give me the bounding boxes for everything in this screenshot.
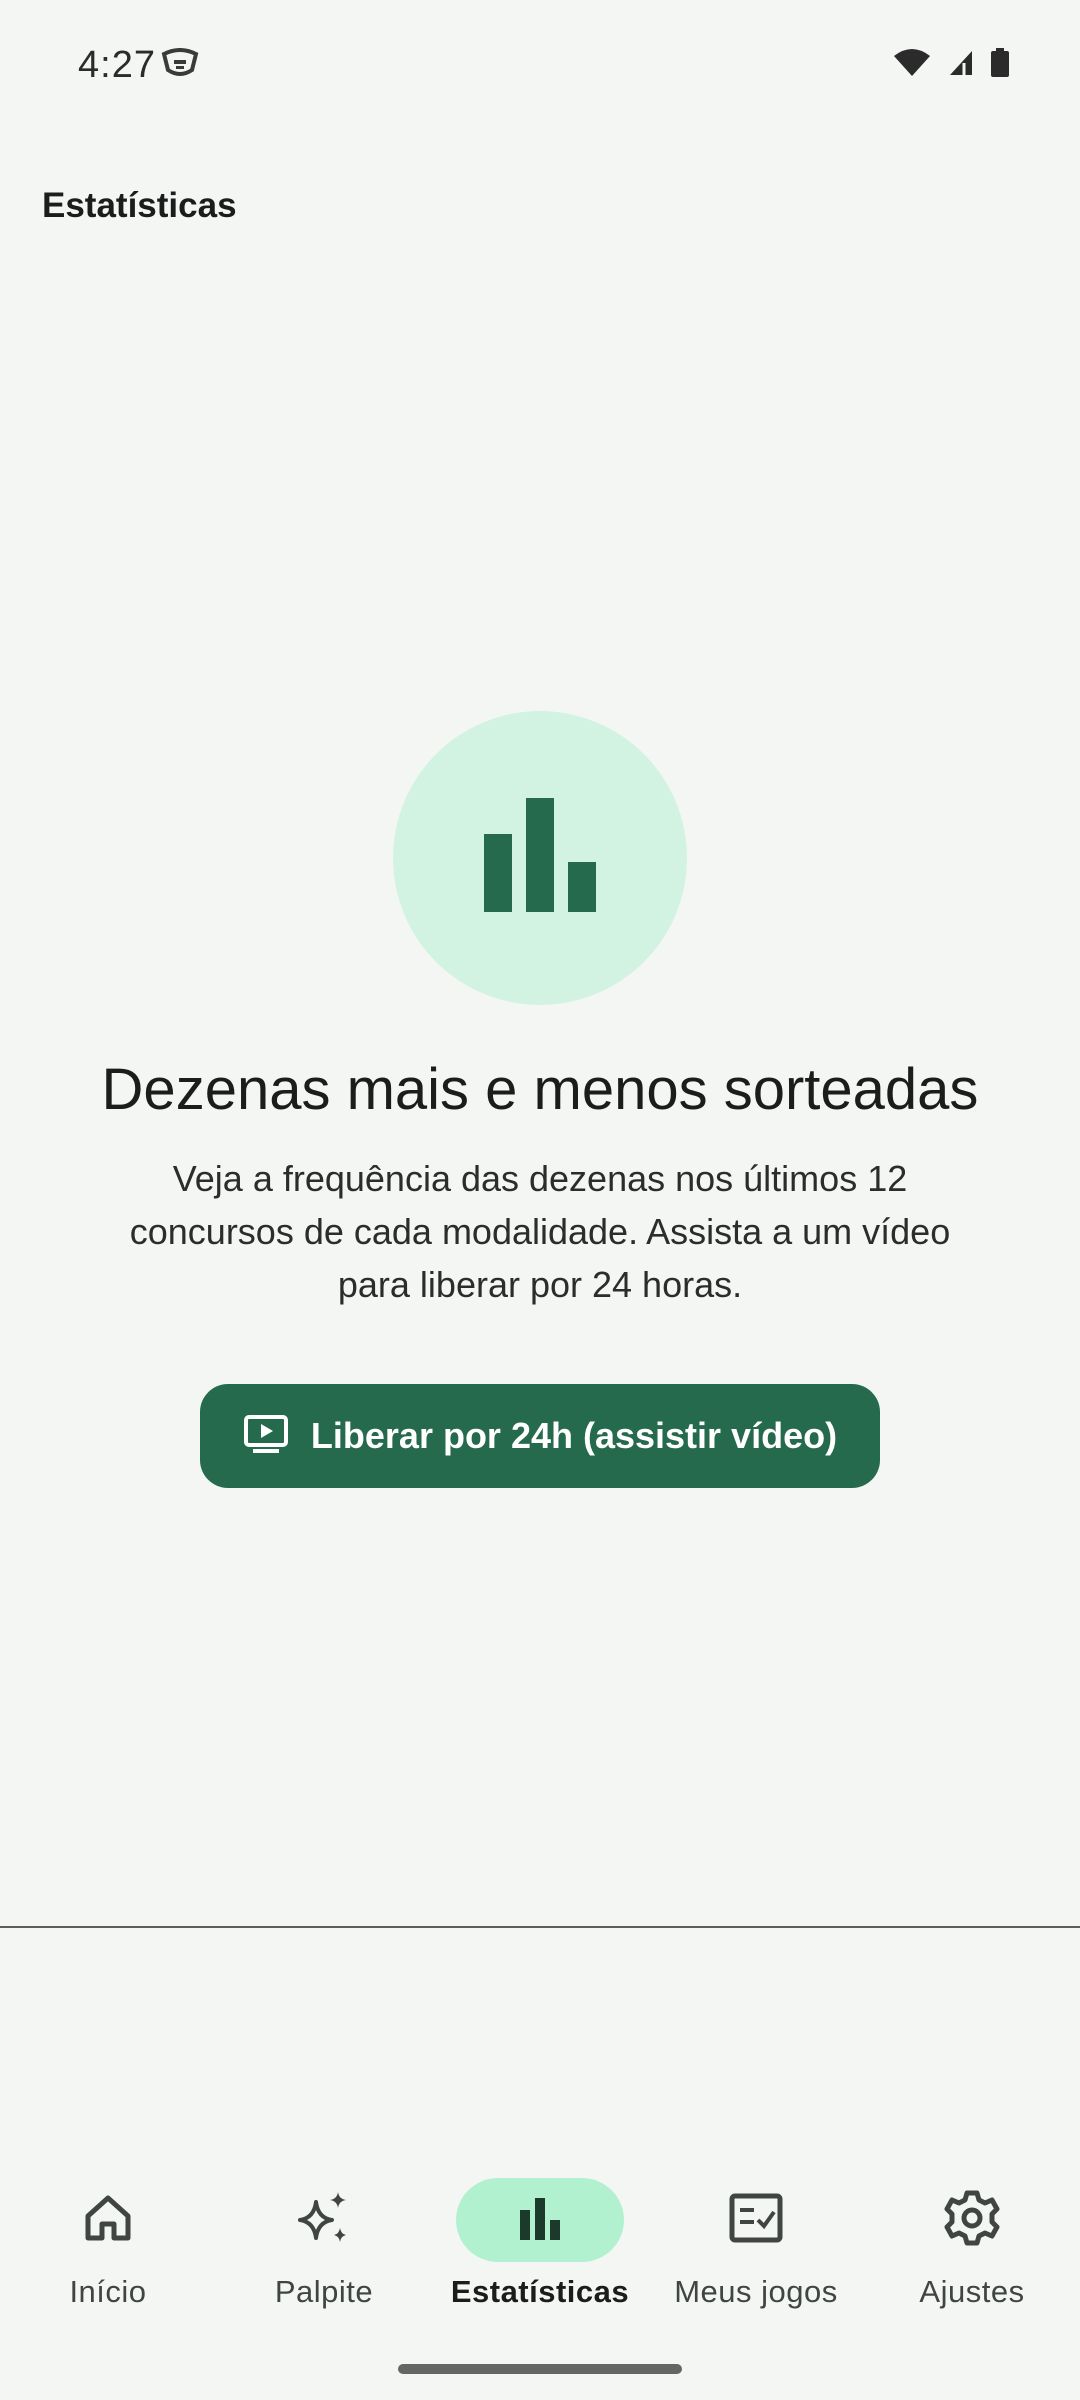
nav-item-inicio[interactable]: Início (0, 2178, 216, 2328)
divider (0, 1926, 1080, 1928)
nav-icon-container (240, 2178, 408, 2262)
nav-label-meus-jogos: Meus jogos (674, 2274, 838, 2309)
empty-state-description: Veja a frequência das dezenas nos último… (129, 1158, 951, 1305)
hero-icon-circle (393, 711, 687, 1005)
sparkle-icon (294, 2188, 354, 2253)
bar-chart-icon (516, 2194, 564, 2247)
status-bar: 4:27 (0, 0, 1080, 120)
battery-icon (990, 48, 1010, 83)
unlock-24h-button[interactable]: Liberar por 24h (assistir vídeo) (200, 1384, 880, 1488)
unlock-button-label: Liberar por 24h (assistir vídeo) (310, 1415, 838, 1456)
home-icon (80, 2190, 136, 2251)
nav-item-meus-jogos[interactable]: Meus jogos (648, 2178, 864, 2328)
signal-icon (948, 49, 974, 82)
gear-icon (943, 2189, 1001, 2252)
status-icons (892, 48, 1010, 83)
nav-icon-container (24, 2178, 192, 2262)
home-indicator[interactable] (398, 2364, 682, 2374)
page-title: Estatísticas (42, 186, 237, 225)
statistics-screen: 4:27 Estatísticas Dezenas mais e menos s… (0, 0, 1080, 2400)
status-time: 4:27 (78, 44, 156, 86)
nav-icon-container (672, 2178, 840, 2262)
nav-label-inicio: Início (69, 2274, 147, 2309)
nav-icon-container (888, 2178, 1056, 2262)
nav-item-palpite[interactable]: Palpite (216, 2178, 432, 2328)
nav-active-indicator (456, 2178, 624, 2262)
play-video-icon (243, 1414, 289, 1459)
bottom-navigation: Início Palpite Estatísticas Meus jogos A… (0, 2150, 1080, 2340)
checklist-icon (728, 2190, 784, 2251)
bar-chart-icon (482, 797, 598, 919)
app-notification-icon (160, 48, 200, 80)
nav-label-ajustes: Ajustes (919, 2274, 1025, 2309)
wifi-icon (892, 48, 932, 83)
empty-state-title: Dezenas mais e menos sorteadas (101, 1057, 979, 1122)
nav-label-palpite: Palpite (274, 2274, 374, 2309)
nav-item-ajustes[interactable]: Ajustes (864, 2178, 1080, 2328)
nav-label-estatisticas: Estatísticas (450, 2274, 630, 2309)
nav-item-estatisticas[interactable]: Estatísticas (432, 2178, 648, 2328)
